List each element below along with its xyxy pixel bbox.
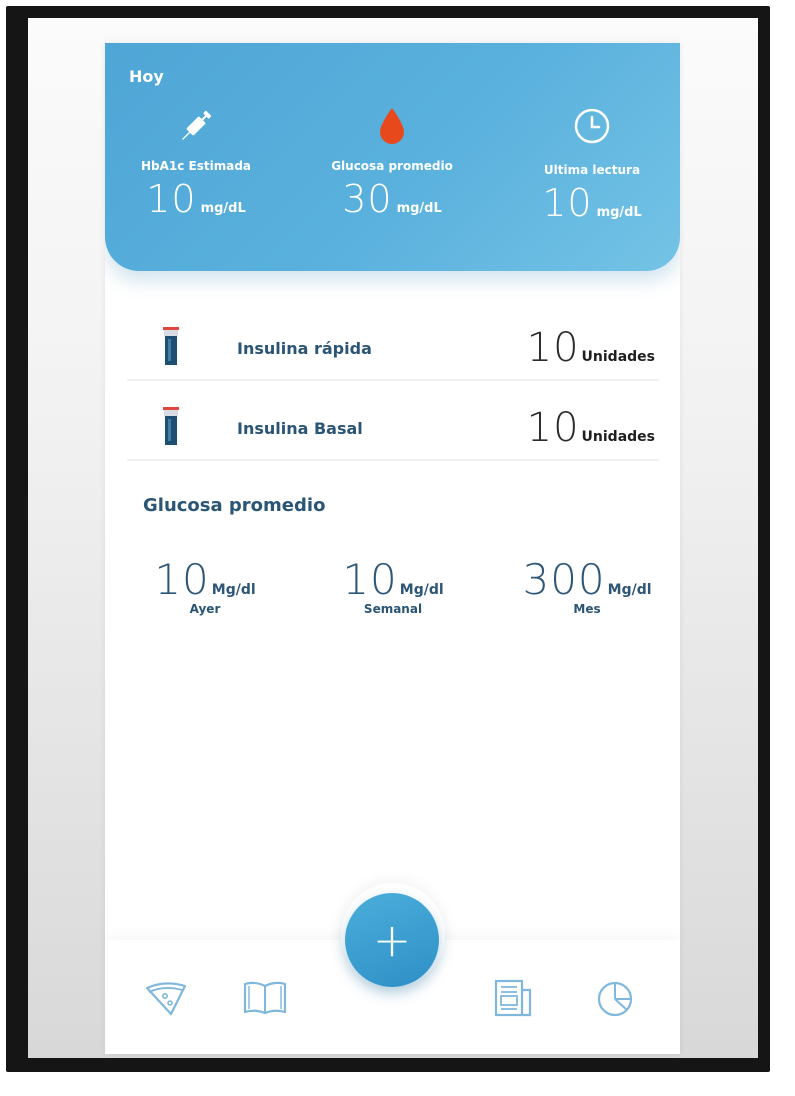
average-label: Mes [573,602,601,616]
header-title: Hoy [129,67,164,86]
insulin-row-basal[interactable]: Insulina Basal 10 Unidades [127,383,659,461]
average-yesterday: 10 Mg/dl Ayer [125,555,285,616]
open-book-icon[interactable] [241,978,289,1022]
insulin-name: Insulina Basal [237,419,363,438]
stat-value: 30 mg/dL [342,177,442,221]
insulin-name: Insulina rápida [237,339,372,358]
insulin-row-rapid[interactable]: Insulina rápida 10 Unidades [127,303,659,381]
pizza-slice-icon[interactable] [143,978,189,1022]
stat-last-reading: Ultima lectura 10 mg/dL [507,103,677,225]
stat-label: HbA1c Estimada [140,159,252,173]
average-weekly: 10 Mg/dl Semanal [313,555,473,616]
insulin-value: 10 Unidades [526,405,655,451]
insulin-value: 10 Unidades [526,325,655,371]
section-title: Glucosa promedio [143,495,326,516]
add-button[interactable]: + [345,893,439,987]
plus-icon: + [372,913,412,967]
insulin-vial-icon [161,327,181,371]
clock-icon [507,103,677,149]
average-label: Semanal [363,602,423,616]
summary-header: Hoy HbA1c Estimada 10 mg/dL Glucosa prom… [105,43,680,271]
pie-chart-icon[interactable] [595,978,637,1022]
news-icon[interactable] [493,978,535,1022]
app-screen: Hoy HbA1c Estimada 10 mg/dL Glucosa prom… [105,43,680,1054]
stat-value: 10 mg/dL [146,177,246,221]
stat-value: 10 mg/dL [542,181,642,225]
blood-drop-icon [307,103,477,149]
syringe-icon [111,103,281,149]
average-label: Ayer [189,602,221,616]
insulin-vial-icon [161,407,181,451]
stat-glucose-average: Glucosa promedio 30 mg/dL [307,103,477,221]
stat-label: Glucosa promedio [331,159,453,173]
average-month: 300 Mg/dl Mes [507,555,667,616]
stat-hba1c: HbA1c Estimada 10 mg/dL [111,103,281,221]
stat-label: Ultima lectura [543,163,641,177]
